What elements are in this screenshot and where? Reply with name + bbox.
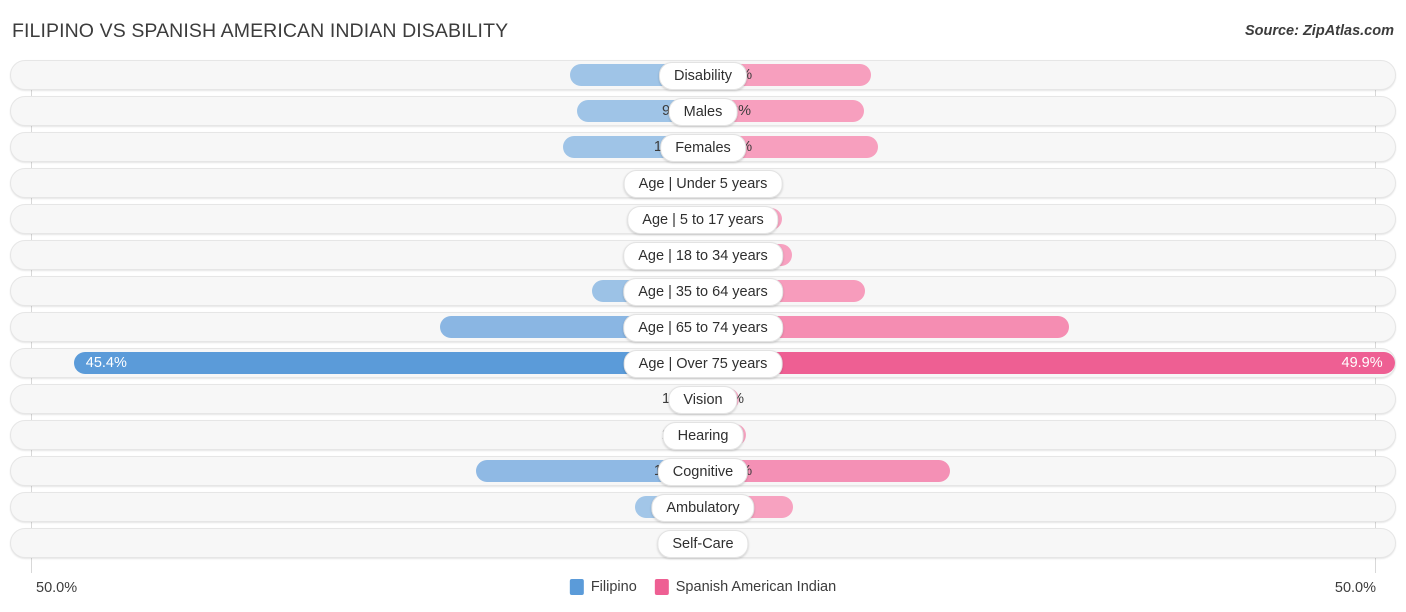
legend-label: Filipino <box>590 579 637 595</box>
axis-label-right: 50.0% <box>1334 580 1376 596</box>
chart-row: 10.1%12.6%Females <box>0 132 1406 162</box>
chart-row: 2.2%2.9%Self-Care <box>0 528 1406 558</box>
chart-rows: 9.6%12.1%Disability 9.1%11.6%Males 10.1%12… <box>0 60 1406 564</box>
chart-footer: 50.0% 50.0% Filipino Spanish American Ind… <box>0 573 1406 612</box>
row-category-label: Ambulatory <box>651 494 755 522</box>
legend-label: Spanish American Indian <box>675 579 837 595</box>
chart-header: FILIPINO VS SPANISH AMERICAN INDIAN DISA… <box>0 0 1406 60</box>
chart-row: 16.4%17.8%Cognitive <box>0 456 1406 486</box>
legend-swatch-icon <box>569 579 584 595</box>
row-category-label: Age | 35 to 64 years <box>623 278 783 306</box>
chart-row: 1.7%2.6%Vision <box>0 384 1406 414</box>
row-category-label: Age | 5 to 17 years <box>627 206 779 234</box>
bar-spanish-american-indian <box>703 352 1395 374</box>
row-category-label: Hearing <box>662 422 744 450</box>
chart-row: 8.0%11.7%Age | 35 to 64 years <box>0 276 1406 306</box>
row-category-label: Males <box>668 98 738 126</box>
chart-row: 1.1%1.3%Age | Under 5 years <box>0 168 1406 198</box>
chart-row: 2.6%3.1%Hearing <box>0 420 1406 450</box>
chart-row: 19.0%26.4%Age | 65 to 74 years <box>0 312 1406 342</box>
value-label-filipino: 45.4% <box>85 355 127 371</box>
bar-filipino <box>73 352 703 374</box>
legend-swatch-icon <box>654 579 669 595</box>
row-category-label: Cognitive <box>657 458 749 486</box>
chart-row: 45.4% 49.9% Age | Over 75 years <box>0 348 1406 378</box>
row-category-label: Vision <box>668 386 738 414</box>
axis-label-left: 50.0% <box>36 580 78 596</box>
value-label-spanish-american-indian: 49.9% <box>1341 355 1383 371</box>
chart-plot-area: 9.6%12.1%Disability 9.1%11.6%Males 10.1%12… <box>0 60 1406 573</box>
row-category-label: Disability <box>658 62 748 90</box>
row-category-label: Females <box>660 134 746 162</box>
legend-item: Spanish American Indian <box>654 579 837 595</box>
chart-row: 9.1%11.6%Males <box>0 96 1406 126</box>
row-category-label: Age | Over 75 years <box>623 350 783 378</box>
source-credit: Source: ZipAtlas.com <box>1244 23 1394 39</box>
row-category-label: Age | Under 5 years <box>623 170 783 198</box>
chart-row: 4.9%6.5%Ambulatory <box>0 492 1406 522</box>
page-title: FILIPINO VS SPANISH AMERICAN INDIAN DISA… <box>12 20 509 42</box>
row-category-label: Age | 65 to 74 years <box>623 314 783 342</box>
row-category-label: Self-Care <box>657 530 749 558</box>
chart-legend: Filipino Spanish American Indian <box>569 579 837 595</box>
chart-row: 4.3%5.7%Age | 5 to 17 years <box>0 204 1406 234</box>
chart-row: 9.6%12.1%Disability <box>0 60 1406 90</box>
row-category-label: Age | 18 to 34 years <box>623 242 783 270</box>
chart-row: 5.4%6.4%Age | 18 to 34 years <box>0 240 1406 270</box>
legend-item: Filipino <box>569 579 637 595</box>
